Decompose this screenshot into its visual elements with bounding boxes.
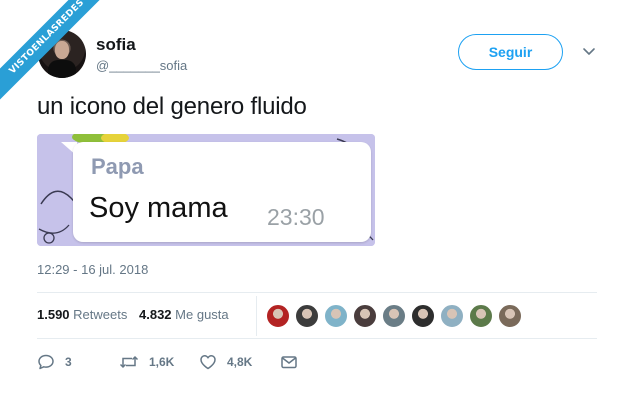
retweet-count: 1,6K	[149, 355, 175, 369]
like-action[interactable]: 4,8K	[199, 350, 252, 374]
likes-count: 4.832	[139, 307, 172, 322]
watermark-ribbon: VISTOENLASREDES	[0, 0, 110, 110]
liker-avatar[interactable]	[411, 304, 435, 328]
liker-avatar[interactable]	[324, 304, 348, 328]
likes-stat[interactable]: 4.832 Me gusta	[139, 307, 229, 322]
retweets-label: Retweets	[73, 307, 128, 322]
liker-avatar[interactable]	[266, 304, 290, 328]
engagement-stats: 1.590 Retweets 4.832 Me gusta	[37, 307, 237, 322]
divider	[37, 292, 597, 293]
follow-button[interactable]: Seguir	[458, 34, 563, 70]
tweet-media-image[interactable]: Papa Soy mama 23:30	[37, 134, 375, 246]
chat-bubble: Papa Soy mama 23:30	[73, 142, 371, 242]
reply-count: 3	[65, 355, 72, 369]
liker-avatar[interactable]	[498, 304, 522, 328]
divider	[37, 338, 597, 339]
liker-avatar[interactable]	[353, 304, 377, 328]
retweets-stat[interactable]: 1.590 Retweets	[37, 307, 127, 322]
chat-time: 23:30	[267, 204, 325, 230]
retweet-icon	[119, 355, 139, 369]
retweet-action[interactable]: 1,6K	[119, 350, 174, 374]
chat-sender: Papa	[91, 154, 144, 179]
like-count: 4,8K	[227, 355, 253, 369]
direct-message-action[interactable]	[280, 350, 298, 374]
liker-avatar[interactable]	[469, 304, 493, 328]
liker-avatar[interactable]	[382, 304, 406, 328]
liker-avatar[interactable]	[295, 304, 319, 328]
stats-separator	[256, 296, 257, 336]
envelope-icon	[281, 356, 297, 369]
heart-icon	[200, 355, 216, 370]
chat-message: Soy mama	[89, 192, 228, 224]
reply-action[interactable]: 3	[37, 350, 72, 374]
watermark-text: VISTOENLASREDES	[0, 0, 110, 105]
likes-label: Me gusta	[175, 307, 229, 322]
chevron-down-icon[interactable]	[582, 44, 596, 58]
liker-avatar[interactable]	[440, 304, 464, 328]
retweets-count: 1.590	[37, 307, 70, 322]
reply-icon	[38, 354, 54, 370]
tweet-timestamp[interactable]: 12:29 - 16 jul. 2018	[37, 262, 148, 277]
